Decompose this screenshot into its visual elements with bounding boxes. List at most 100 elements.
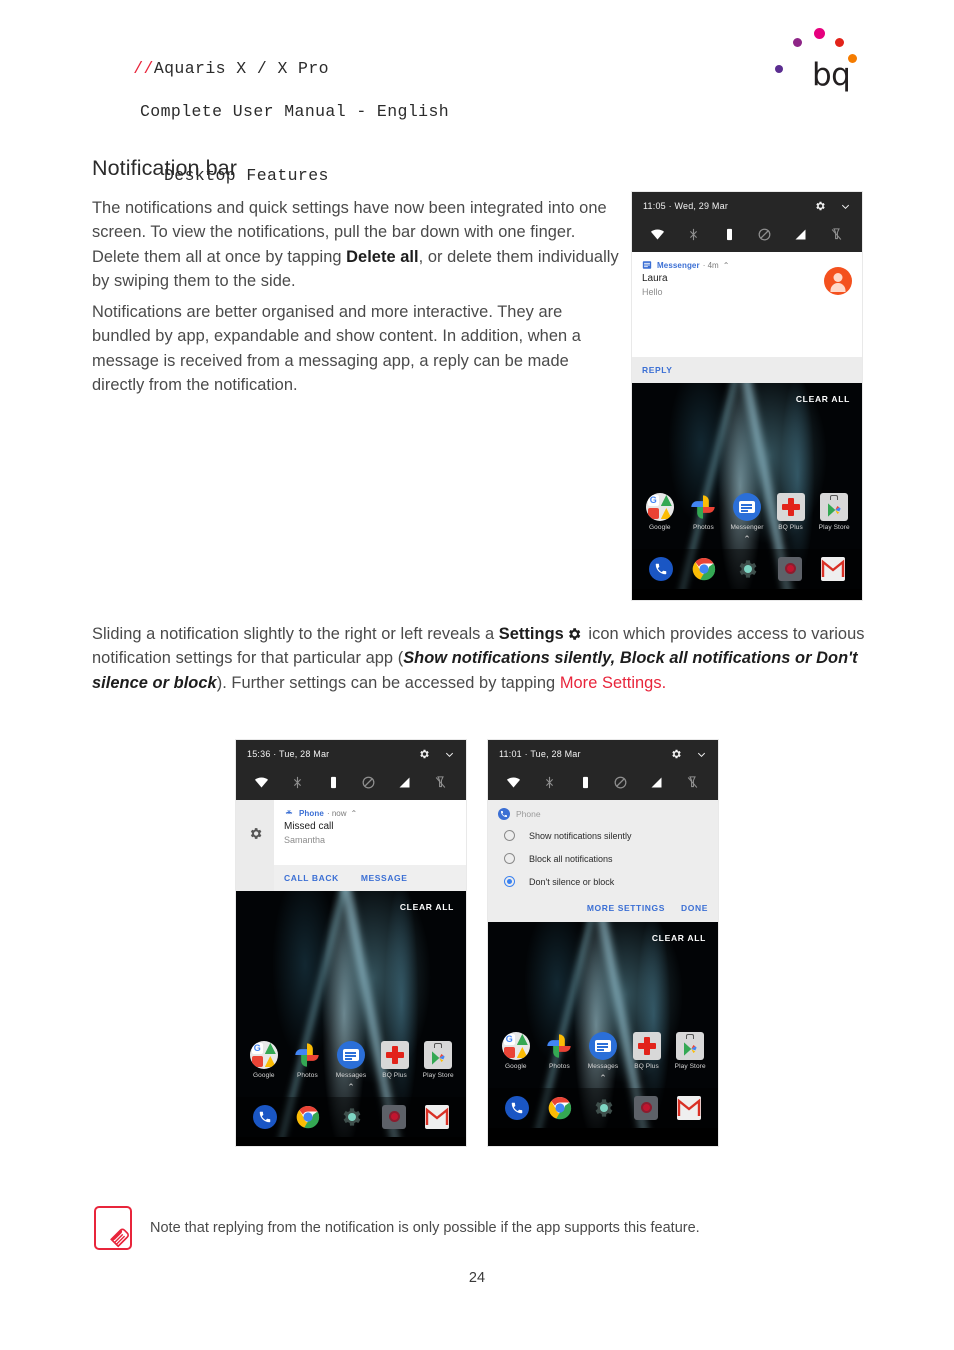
app-drawer-arrow-2[interactable]: ⌃ [347, 1082, 355, 1093]
battery-icon[interactable] [326, 775, 341, 790]
battery-icon[interactable] [722, 227, 737, 242]
camera-icon[interactable] [777, 557, 802, 581]
app-label: Photos [692, 524, 714, 531]
call-back-button[interactable]: CALL BACK [284, 873, 339, 883]
app-bq-plus-3[interactable]: BQ Plus [628, 1032, 666, 1070]
logo-dot-red [835, 38, 844, 47]
notification-spacer-2 [274, 857, 466, 865]
radio-button-selected[interactable] [504, 876, 515, 887]
chevron-up-icon[interactable]: ⌃ [351, 809, 358, 818]
radio-button[interactable] [504, 830, 515, 841]
camera-icon[interactable] [381, 1105, 406, 1129]
signal-icon[interactable] [649, 775, 664, 790]
notification-time-2: · now [326, 808, 347, 818]
app-label: Messenger [730, 524, 764, 531]
settings-icon[interactable] [735, 557, 759, 581]
chrome-icon[interactable] [296, 1105, 320, 1129]
app-bq-plus-2[interactable]: BQ Plus [376, 1041, 414, 1079]
messenger-icon [588, 1032, 617, 1060]
app-bq-plus-1[interactable]: BQ Plus [772, 493, 810, 531]
gear-icon[interactable] [670, 748, 682, 760]
app-photos-1[interactable]: Photos [684, 493, 722, 531]
notification-card-2[interactable]: Phone · now ⌃ Missed call Samantha CALL … [274, 800, 466, 891]
phone-icon[interactable] [649, 557, 674, 581]
gmail-icon[interactable] [820, 557, 845, 581]
section-title: Notification bar [92, 156, 238, 180]
app-messenger-1[interactable]: Messenger [728, 493, 766, 531]
quick-toggle-row-3 [488, 768, 718, 800]
gear-icon[interactable] [248, 826, 263, 841]
bluetooth-off-icon[interactable] [290, 775, 305, 790]
google-folder-icon: G [249, 1041, 278, 1069]
gmail-icon[interactable] [424, 1105, 449, 1129]
option-dont-silence[interactable]: Don't silence or block [488, 870, 718, 893]
notification-header-1: Messenger · 4m ⌃ [632, 252, 862, 271]
do-not-disturb-icon[interactable] [757, 227, 772, 242]
do-not-disturb-icon[interactable] [613, 775, 628, 790]
flashlight-off-icon[interactable] [433, 775, 448, 790]
settings-panel-app-row: Phone [488, 808, 718, 824]
message-button[interactable]: MESSAGE [361, 873, 408, 883]
phone-icon[interactable] [505, 1096, 530, 1120]
clock-time-3: 11:01 [499, 749, 522, 759]
option-block-all[interactable]: Block all notifications [488, 847, 718, 870]
gmail-icon[interactable] [676, 1096, 701, 1120]
gear-icon[interactable] [814, 200, 826, 212]
app-photos-3[interactable]: Photos [540, 1032, 578, 1070]
chrome-icon[interactable] [548, 1096, 572, 1120]
app-photos-2[interactable]: Photos [288, 1041, 326, 1079]
phone-icon[interactable] [253, 1105, 278, 1129]
radio-button[interactable] [504, 853, 515, 864]
status-bar-clock-3: 11:01 · Tue, 28 Mar [499, 749, 670, 759]
app-label: Google [505, 1063, 527, 1070]
app-google-2[interactable]: G Google [245, 1041, 283, 1079]
app-play-store-2[interactable]: Play Store [419, 1041, 457, 1079]
wifi-icon[interactable] [506, 775, 521, 790]
more-settings-link[interactable]: More Settings. [560, 674, 666, 692]
settings-icon[interactable] [591, 1096, 615, 1120]
reply-button[interactable]: REPLY [642, 365, 673, 375]
chevron-down-icon[interactable] [444, 749, 455, 760]
notification-card-1[interactable]: Messenger · 4m ⌃ Laura Hello REPLY [632, 252, 862, 383]
bq-plus-icon [632, 1032, 661, 1060]
signal-icon[interactable] [397, 775, 412, 790]
chrome-icon[interactable] [692, 557, 716, 581]
app-play-store-1[interactable]: Play Store [815, 493, 853, 531]
app-label: Messages [335, 1072, 367, 1079]
camera-icon[interactable] [633, 1096, 658, 1120]
clear-all-button-2[interactable]: CLEAR ALL [400, 902, 454, 912]
clear-all-button-1[interactable]: CLEAR ALL [796, 394, 850, 404]
more-settings-button[interactable]: MORE SETTINGS [587, 903, 665, 913]
settings-icon[interactable] [339, 1105, 363, 1129]
wifi-icon[interactable] [254, 775, 269, 790]
gear-icon[interactable] [418, 748, 430, 760]
home-screen-2: CLEAR ALL G Google Photos Messages BQ Pl… [236, 891, 466, 1137]
flashlight-off-icon[interactable] [829, 227, 844, 242]
app-google-3[interactable]: G Google [497, 1032, 535, 1070]
chevron-down-icon[interactable] [696, 749, 707, 760]
app-drawer-arrow-3[interactable]: ⌃ [599, 1073, 607, 1084]
app-drawer-arrow-1[interactable]: ⌃ [743, 534, 751, 545]
bluetooth-off-icon[interactable] [542, 775, 557, 790]
app-google-1[interactable]: G Google [641, 493, 679, 531]
clear-all-button-3[interactable]: CLEAR ALL [652, 933, 706, 943]
battery-icon[interactable] [578, 775, 593, 790]
option-show-silently[interactable]: Show notifications silently [488, 824, 718, 847]
app-messages-2[interactable]: Messages [332, 1041, 370, 1079]
notification-time-1: · 4m [702, 260, 719, 270]
phone-screenshot-notification-settings: 11:01 · Tue, 28 Mar Phone Show notificat… [488, 740, 718, 1146]
signal-icon[interactable] [793, 227, 808, 242]
flashlight-off-icon[interactable] [685, 775, 700, 790]
app-messages-3[interactable]: Messages [584, 1032, 622, 1070]
notification-settings-reveal[interactable] [236, 800, 274, 891]
wifi-icon[interactable] [650, 227, 665, 242]
settings-panel-actions: MORE SETTINGS DONE [488, 893, 718, 922]
clock-sep-2: · [273, 749, 277, 759]
bluetooth-off-icon[interactable] [686, 227, 701, 242]
done-button[interactable]: DONE [681, 903, 708, 913]
chevron-down-icon[interactable] [840, 201, 851, 212]
chevron-up-icon[interactable]: ⌃ [723, 261, 730, 270]
note-icon-box [94, 1206, 132, 1250]
do-not-disturb-icon[interactable] [361, 775, 376, 790]
app-play-store-3[interactable]: Play Store [671, 1032, 709, 1070]
